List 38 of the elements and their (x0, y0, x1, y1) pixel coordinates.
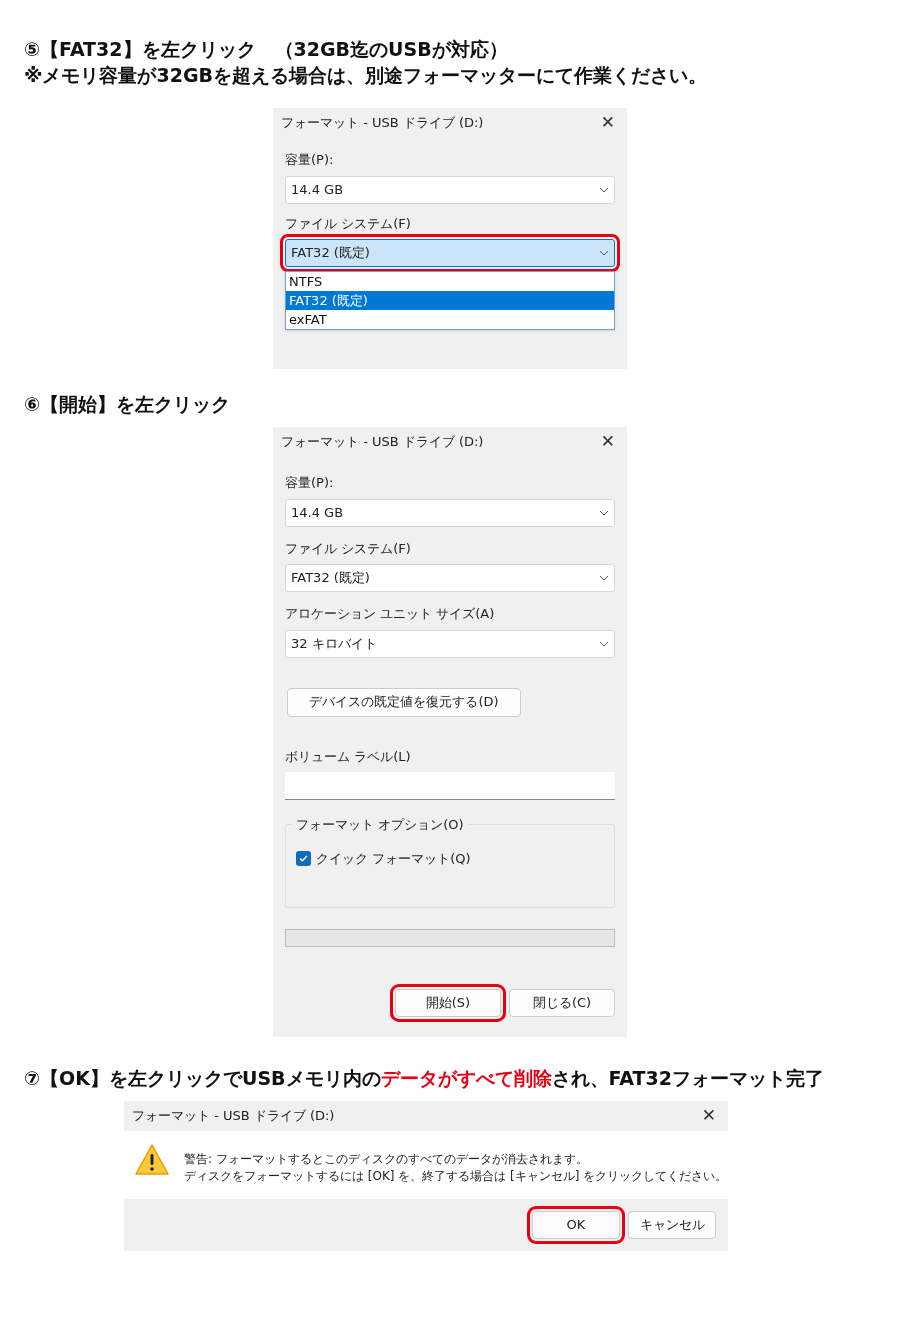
dialog-button[interactable]: 閉じる(C) (509, 989, 615, 1017)
chevron-down-icon (599, 575, 609, 581)
dropdown-field[interactable]: FAT32 (既定) (285, 564, 615, 592)
field-label: ボリューム ラベル(L) (285, 747, 412, 766)
field-label: アロケーション ユニット サイズ(A) (285, 605, 496, 623)
checkbox-label: クイック フォーマット(Q) (316, 850, 471, 868)
chevron-down-icon (599, 186, 609, 193)
restore-defaults-button[interactable]: デバイスの既定値を復元する(D) (287, 687, 521, 717)
close-button[interactable]: ✕ (596, 429, 619, 455)
field-label: 容量(P): (285, 151, 335, 169)
chevron-down-icon (599, 250, 609, 256)
dropdown-option[interactable]: exFAT (286, 310, 614, 329)
close-button[interactable]: ✕ (697, 1103, 720, 1129)
dropdown-field[interactable]: 14.4 GB (285, 175, 615, 204)
dropdown-field[interactable]: 14.4 GB (285, 498, 615, 527)
window-title: フォーマット - USB ドライブ (D:) (281, 114, 484, 133)
input-field[interactable] (285, 772, 615, 800)
step-heading: ⑤【FAT32】を左クリック （32GB迄のUSBが対応） (24, 37, 509, 62)
dropdown-field[interactable]: 32 キロバイト (285, 629, 615, 658)
field-label: ファイル システム(F) (285, 214, 412, 233)
field-label: 容量(P): (285, 474, 335, 492)
check-icon (299, 855, 308, 863)
dropdown-option[interactable]: NTFS (286, 272, 614, 291)
window-title: フォーマット - USB ドライブ (D:) (281, 433, 484, 452)
warning-icon (134, 1143, 170, 1177)
window-title: フォーマット - USB ドライブ (D:) (132, 1107, 335, 1126)
step-heading: ⑦【OK】を左クリックでUSBメモリ内のデータがすべて削除され、FAT32フォーマット完了 (24, 1066, 825, 1091)
warning-message: ディスクをフォーマットするには [OK] を、終了する場合は [キャンセル] をクリックしてください。 (184, 1168, 728, 1185)
dropdown-option[interactable]: FAT32 (既定) (286, 291, 614, 310)
step-note: ※メモリ容量が32GBを超える場合は、別途フォーマッターにて作業ください。 (24, 63, 708, 88)
close-button[interactable]: ✕ (596, 110, 619, 136)
step-heading: ⑥【開始】を左クリック (24, 392, 232, 417)
warning-message: 警告: フォーマットするとこのディスクのすべてのデータが消去されます。 (184, 1151, 589, 1168)
field-label: ファイル システム(F) (285, 539, 412, 558)
checkbox[interactable] (296, 851, 311, 867)
dialog-button[interactable]: キャンセル (628, 1211, 716, 1239)
chevron-down-icon (599, 640, 609, 647)
chevron-down-icon (599, 509, 609, 516)
